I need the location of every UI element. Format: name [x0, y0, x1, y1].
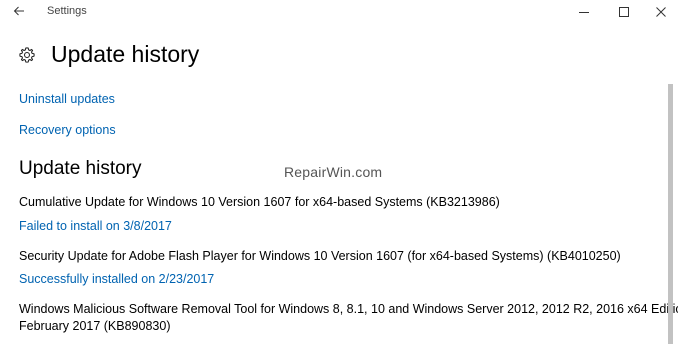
update-name: Cumulative Update for Windows 10 Version…: [19, 195, 500, 209]
maximize-icon: [619, 7, 629, 17]
watermark-text: RepairWin.com: [284, 164, 383, 180]
back-button[interactable]: [8, 2, 30, 22]
update-name: Security Update for Adobe Flash Player f…: [19, 249, 621, 263]
close-icon: [656, 7, 666, 17]
gear-icon: [19, 47, 35, 63]
update-name: Windows Malicious Software Removal Tool …: [19, 302, 678, 316]
minimize-icon: [579, 12, 589, 13]
update-status-link[interactable]: Failed to install on 3/8/2017: [19, 219, 172, 233]
title-bar: Settings: [0, 0, 678, 26]
update-status-link[interactable]: Successfully installed on 2/23/2017: [19, 272, 214, 286]
update-name-continued: February 2017 (KB890830): [19, 319, 171, 333]
app-title: Settings: [47, 5, 87, 17]
vertical-scrollbar[interactable]: [668, 84, 673, 344]
back-arrow-icon: [13, 6, 24, 16]
recovery-options-link[interactable]: Recovery options: [19, 123, 116, 137]
minimize-button[interactable]: [571, 2, 597, 22]
page-title: Update history: [51, 41, 200, 67]
maximize-button[interactable]: [611, 2, 637, 22]
uninstall-updates-link[interactable]: Uninstall updates: [19, 92, 115, 106]
close-button[interactable]: [648, 2, 674, 22]
section-title: Update history: [19, 158, 142, 179]
